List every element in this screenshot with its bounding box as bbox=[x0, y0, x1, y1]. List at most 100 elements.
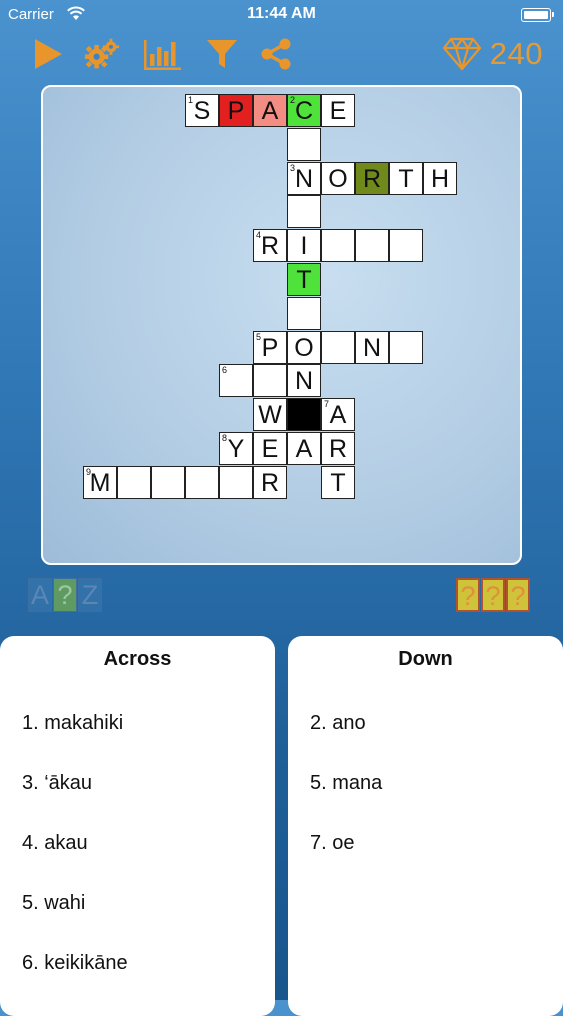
grid-cell[interactable]: 7A bbox=[321, 398, 355, 432]
grid-cell[interactable]: R bbox=[355, 161, 389, 195]
cell-letter: M bbox=[89, 468, 111, 497]
grid-cell[interactable]: A bbox=[253, 94, 287, 127]
cell-letter: R bbox=[260, 232, 280, 261]
down-title: Down bbox=[398, 648, 453, 670]
grid-cell[interactable]: P bbox=[219, 94, 253, 127]
grid-cell[interactable]: A bbox=[287, 432, 321, 465]
grid-cell[interactable]: I bbox=[287, 229, 321, 263]
grid-cell[interactable] bbox=[389, 229, 423, 263]
down-clue-list: 2. ano 5. mana 7. oe bbox=[310, 712, 382, 892]
grid-cell[interactable] bbox=[219, 465, 253, 499]
grid-cell[interactable]: T bbox=[389, 161, 423, 195]
cell-letter: E bbox=[261, 435, 279, 463]
grid-cell[interactable]: N bbox=[355, 330, 389, 364]
grid-cell[interactable] bbox=[287, 296, 321, 330]
cell-letter: S bbox=[193, 97, 211, 125]
cell-letter: T bbox=[296, 266, 312, 294]
cell-letter: N bbox=[294, 164, 314, 193]
grid-cell[interactable]: 3N bbox=[287, 161, 321, 195]
grid-cell[interactable]: T bbox=[287, 263, 321, 296]
grid-cell[interactable] bbox=[355, 229, 389, 263]
grid-cell[interactable]: R bbox=[253, 465, 287, 499]
cell-letter: W bbox=[258, 401, 282, 430]
grid-cell[interactable] bbox=[253, 364, 287, 398]
grid-cell[interactable] bbox=[185, 465, 219, 499]
grid-cell[interactable]: W bbox=[253, 398, 287, 432]
grid-cell[interactable]: H bbox=[423, 161, 457, 195]
gem-count: 240 bbox=[489, 36, 543, 71]
down-clue[interactable]: 7. oe bbox=[310, 832, 382, 892]
cell-letter: N bbox=[294, 367, 314, 396]
grid-cell[interactable]: T bbox=[321, 465, 355, 499]
across-title: Across bbox=[103, 648, 172, 670]
cell-letter: O bbox=[294, 333, 314, 362]
across-clue[interactable]: 4. akau bbox=[22, 832, 128, 892]
hint-tile: ? bbox=[53, 578, 77, 612]
clue-number: 7 bbox=[324, 399, 330, 410]
hint-tile: Z bbox=[78, 578, 102, 612]
gem-counter[interactable]: 240 bbox=[442, 34, 543, 74]
grid-cell[interactable] bbox=[321, 229, 355, 263]
cell-letter: C bbox=[294, 97, 314, 125]
grid-cell[interactable] bbox=[287, 195, 321, 229]
down-clue[interactable]: 2. ano bbox=[310, 712, 382, 772]
grid-cell[interactable] bbox=[117, 465, 151, 499]
across-clue[interactable]: 1. makahiki bbox=[22, 712, 128, 772]
grid-cell[interactable]: E bbox=[321, 94, 355, 127]
across-clue-list: 1. makahiki 3. ‘ākau 4. akau 5. wahi 6. keik… bbox=[22, 712, 128, 1012]
down-clues-panel: Down 2. ano 5. mana 7. oe bbox=[288, 636, 563, 1016]
clue-number: 8 bbox=[222, 433, 228, 443]
cell-letter: H bbox=[430, 164, 450, 193]
hint-tile: ? bbox=[481, 578, 505, 612]
grid-cell[interactable] bbox=[321, 330, 355, 364]
grid-cell[interactable]: 4R bbox=[253, 229, 287, 263]
cell-letter: T bbox=[398, 164, 414, 193]
grid-cell[interactable]: O bbox=[321, 161, 355, 195]
grid-cell[interactable]: E bbox=[253, 432, 287, 465]
grid-cell[interactable]: N bbox=[287, 364, 321, 398]
grid-cell[interactable]: O bbox=[287, 330, 321, 364]
grid-cell[interactable]: 1S bbox=[185, 94, 219, 127]
clue-number: 5 bbox=[256, 331, 262, 342]
grid-cell[interactable]: 2C bbox=[287, 94, 321, 127]
chart-icon[interactable] bbox=[142, 36, 182, 72]
cell-letter: P bbox=[261, 333, 279, 362]
clue-number: 2 bbox=[290, 95, 296, 105]
grid-cell[interactable] bbox=[287, 127, 321, 161]
gears-icon[interactable] bbox=[84, 36, 120, 72]
cell-letter: A bbox=[261, 97, 279, 125]
clue-number: 9 bbox=[86, 466, 92, 477]
cell-letter: I bbox=[300, 232, 308, 261]
cell-letter: R bbox=[260, 468, 280, 497]
reveal-letters-button[interactable]: A? Z bbox=[28, 578, 103, 614]
grid-cell[interactable]: 6 bbox=[219, 364, 253, 398]
across-clue[interactable]: 6. keikikāne bbox=[22, 952, 128, 1012]
cell-letter: N bbox=[362, 333, 382, 362]
cell-letter: Y bbox=[227, 435, 245, 463]
grid-cell[interactable]: 5P bbox=[253, 330, 287, 364]
grid-cell[interactable] bbox=[389, 330, 423, 364]
filter-icon[interactable] bbox=[204, 36, 240, 72]
battery-icon bbox=[521, 8, 554, 22]
clue-number: 6 bbox=[222, 365, 228, 376]
grid-cell[interactable]: R bbox=[321, 432, 355, 465]
status-bar: Carrier 11:44 AM bbox=[0, 0, 563, 30]
hint-button[interactable]: ??? bbox=[456, 578, 531, 614]
across-clue[interactable]: 3. ‘ākau bbox=[22, 772, 128, 832]
diamond-icon bbox=[442, 37, 481, 71]
cell-letter: E bbox=[329, 97, 347, 125]
grid-cell[interactable] bbox=[151, 465, 185, 499]
grid-cell[interactable] bbox=[287, 398, 321, 432]
share-icon[interactable] bbox=[258, 36, 294, 72]
down-clue[interactable]: 5. mana bbox=[310, 772, 382, 832]
clue-number: 4 bbox=[256, 230, 262, 241]
cell-letter: R bbox=[362, 164, 382, 193]
grid-cell[interactable]: 9M bbox=[83, 465, 117, 499]
grid-cell[interactable]: 8Y bbox=[219, 432, 253, 465]
across-clues-panel: Across 1. makahiki 3. ‘ākau 4. akau 5. wahi… bbox=[0, 636, 275, 1016]
cell-letter: A bbox=[295, 435, 313, 463]
hint-tile: ? bbox=[506, 578, 530, 612]
play-icon[interactable] bbox=[30, 36, 66, 72]
clue-number: 3 bbox=[290, 162, 296, 173]
across-clue[interactable]: 5. wahi bbox=[22, 892, 128, 952]
